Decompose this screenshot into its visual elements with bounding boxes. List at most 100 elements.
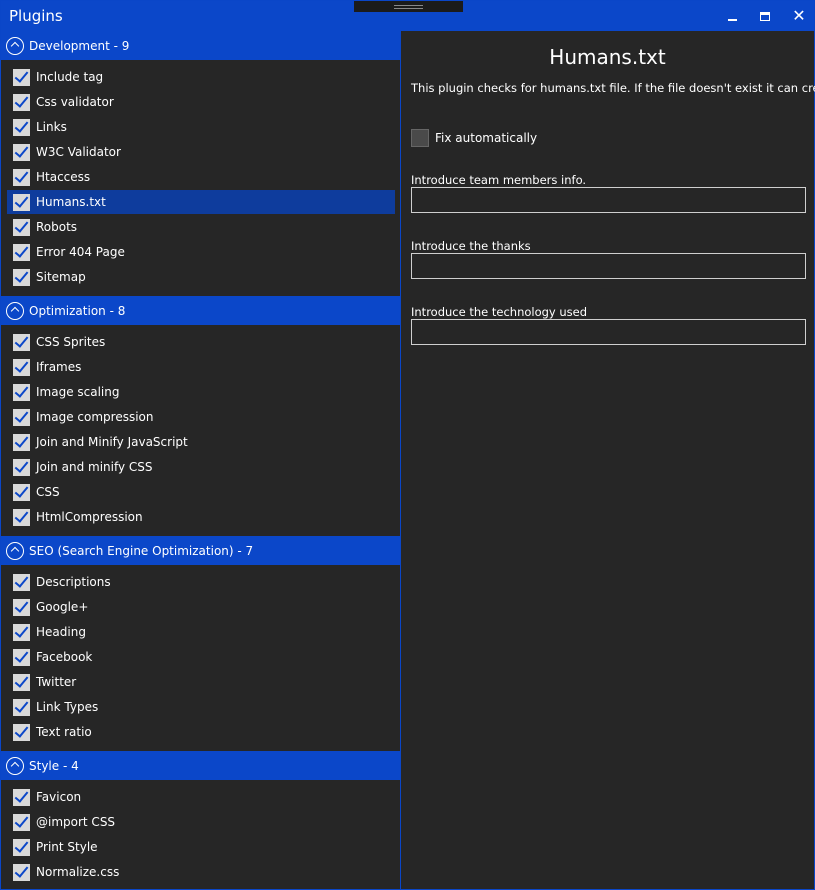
- group-header-seo[interactable]: SEO (Search Engine Optimization) - 7: [1, 536, 400, 565]
- plugin-label: @import CSS: [36, 815, 116, 829]
- plugin-label: W3C Validator: [36, 145, 121, 159]
- plugin-item-humans-txt[interactable]: Humans.txt: [7, 190, 395, 214]
- plugin-label: Image scaling: [36, 385, 120, 399]
- plugin-checkbox[interactable]: [13, 68, 30, 86]
- plugin-item-css[interactable]: CSS: [7, 480, 395, 504]
- plugin-item-links[interactable]: Links: [7, 115, 395, 139]
- drag-grip[interactable]: [354, 1, 463, 12]
- plugin-checkbox[interactable]: [13, 333, 30, 351]
- collapse-chevron-icon[interactable]: [6, 541, 24, 560]
- plugin-item-join-minify-css[interactable]: Join and minify CSS: [7, 455, 395, 479]
- plugin-label: Links: [36, 120, 67, 134]
- plugin-item-heading[interactable]: Heading: [7, 620, 395, 644]
- group-header-development[interactable]: Development - 9: [1, 31, 400, 60]
- plugin-item-print-style[interactable]: Print Style: [7, 835, 395, 859]
- plugin-item-link-types[interactable]: Link Types: [7, 695, 395, 719]
- plugin-item-iframes[interactable]: Iframes: [7, 355, 395, 379]
- plugin-checkbox[interactable]: [13, 598, 30, 616]
- group-header-optimization[interactable]: Optimization - 8: [1, 296, 400, 325]
- group-title: Style - 4: [29, 758, 79, 773]
- plugin-checkbox[interactable]: [13, 838, 30, 856]
- plugin-checkbox[interactable]: [13, 623, 30, 641]
- plugin-checkbox[interactable]: [13, 168, 30, 186]
- plugin-item-css-sprites[interactable]: CSS Sprites: [7, 330, 395, 354]
- group-header-style[interactable]: Style - 4: [1, 751, 400, 780]
- plugin-checkbox[interactable]: [13, 93, 30, 111]
- plugin-item-htaccess[interactable]: Htaccess: [7, 165, 395, 189]
- plugin-item-error-404-page[interactable]: Error 404 Page: [7, 240, 395, 264]
- plugin-label: Normalize.css: [36, 865, 120, 879]
- plugin-label: Humans.txt: [36, 195, 106, 209]
- collapse-chevron-icon[interactable]: [6, 756, 24, 775]
- plugin-item-text-ratio[interactable]: Text ratio: [7, 720, 395, 744]
- plugin-item-import-css[interactable]: @import CSS: [7, 810, 395, 834]
- plugin-item-html-compression[interactable]: HtmlCompression: [7, 505, 395, 529]
- plugin-checkbox[interactable]: [13, 698, 30, 716]
- plugin-checkbox[interactable]: [13, 143, 30, 161]
- plugin-item-normalize-css[interactable]: Normalize.css: [7, 860, 395, 884]
- plugin-item-w3c-validator[interactable]: W3C Validator: [7, 140, 395, 164]
- fix-automatically-option[interactable]: Fix automatically: [411, 129, 537, 147]
- plugin-label: Css validator: [36, 95, 114, 109]
- plugin-item-image-scaling[interactable]: Image scaling: [7, 380, 395, 404]
- fix-automatically-checkbox[interactable]: [411, 129, 429, 147]
- technology-input[interactable]: [411, 319, 806, 345]
- plugin-label: HtmlCompression: [36, 510, 143, 524]
- thanks-input[interactable]: [411, 253, 806, 279]
- group-title: Optimization - 8: [29, 303, 126, 318]
- plugin-title: Humans.txt: [549, 45, 666, 69]
- title-bar[interactable]: Plugins ✕: [1, 1, 814, 31]
- plugin-item-robots[interactable]: Robots: [7, 215, 395, 239]
- plugin-checkbox[interactable]: [13, 673, 30, 691]
- plugin-item-include-tag[interactable]: Include tag: [7, 65, 395, 89]
- plugin-checkbox[interactable]: [13, 268, 30, 286]
- maximize-button[interactable]: [750, 5, 780, 27]
- plugin-checkbox[interactable]: [13, 118, 30, 136]
- plugin-checkbox[interactable]: [13, 358, 30, 376]
- plugin-checkbox[interactable]: [13, 408, 30, 426]
- plugin-label: Robots: [36, 220, 78, 234]
- plugin-checkbox[interactable]: [13, 218, 30, 236]
- plugin-label: CSS: [36, 485, 60, 499]
- team-members-input[interactable]: [411, 187, 806, 213]
- plugin-checkbox[interactable]: [13, 813, 30, 831]
- plugin-item-facebook[interactable]: Facebook: [7, 645, 395, 669]
- plugin-checkbox[interactable]: [13, 243, 30, 261]
- plugins-window: Plugins ✕ Development - 9 Include tag Cs…: [0, 0, 815, 890]
- plugin-checkbox[interactable]: [13, 458, 30, 476]
- plugin-item-css-validator[interactable]: Css validator: [7, 90, 395, 114]
- plugin-checkbox[interactable]: [13, 723, 30, 741]
- plugin-description: This plugin checks for humans.txt file. …: [411, 81, 815, 95]
- maximize-icon: [760, 11, 770, 21]
- plugin-checkbox[interactable]: [13, 383, 30, 401]
- plugin-checkbox[interactable]: [13, 193, 30, 211]
- plugin-label: Twitter: [36, 675, 77, 689]
- plugin-checkbox[interactable]: [13, 788, 30, 806]
- plugin-item-google-plus[interactable]: Google+: [7, 595, 395, 619]
- plugin-item-twitter[interactable]: Twitter: [7, 670, 395, 694]
- close-button[interactable]: ✕: [784, 5, 814, 27]
- plugin-item-favicon[interactable]: Favicon: [7, 785, 395, 809]
- fix-automatically-label: Fix automatically: [435, 131, 538, 145]
- plugin-label: Print Style: [36, 840, 98, 854]
- minimize-button[interactable]: [717, 5, 747, 27]
- plugin-item-sitemap[interactable]: Sitemap: [7, 265, 395, 289]
- plugin-label: Link Types: [36, 700, 99, 714]
- plugin-item-descriptions[interactable]: Descriptions: [7, 570, 395, 594]
- plugin-label: Error 404 Page: [36, 245, 125, 259]
- plugin-checkbox[interactable]: [13, 508, 30, 526]
- plugin-item-join-minify-js[interactable]: Join and Minify JavaScript: [7, 430, 395, 454]
- technology-label: Introduce the technology used: [411, 305, 588, 319]
- plugin-label: Google+: [36, 600, 89, 614]
- plugin-checkbox[interactable]: [13, 573, 30, 591]
- plugin-checkbox[interactable]: [13, 648, 30, 666]
- plugin-label: Facebook: [36, 650, 93, 664]
- plugin-checkbox[interactable]: [13, 483, 30, 501]
- plugin-checkbox[interactable]: [13, 863, 30, 881]
- collapse-chevron-icon[interactable]: [6, 36, 24, 55]
- plugin-item-image-compression[interactable]: Image compression: [7, 405, 395, 429]
- plugin-label: Descriptions: [36, 575, 111, 589]
- collapse-chevron-icon[interactable]: [6, 301, 24, 320]
- plugin-label: Join and Minify JavaScript: [36, 435, 188, 449]
- plugin-checkbox[interactable]: [13, 433, 30, 451]
